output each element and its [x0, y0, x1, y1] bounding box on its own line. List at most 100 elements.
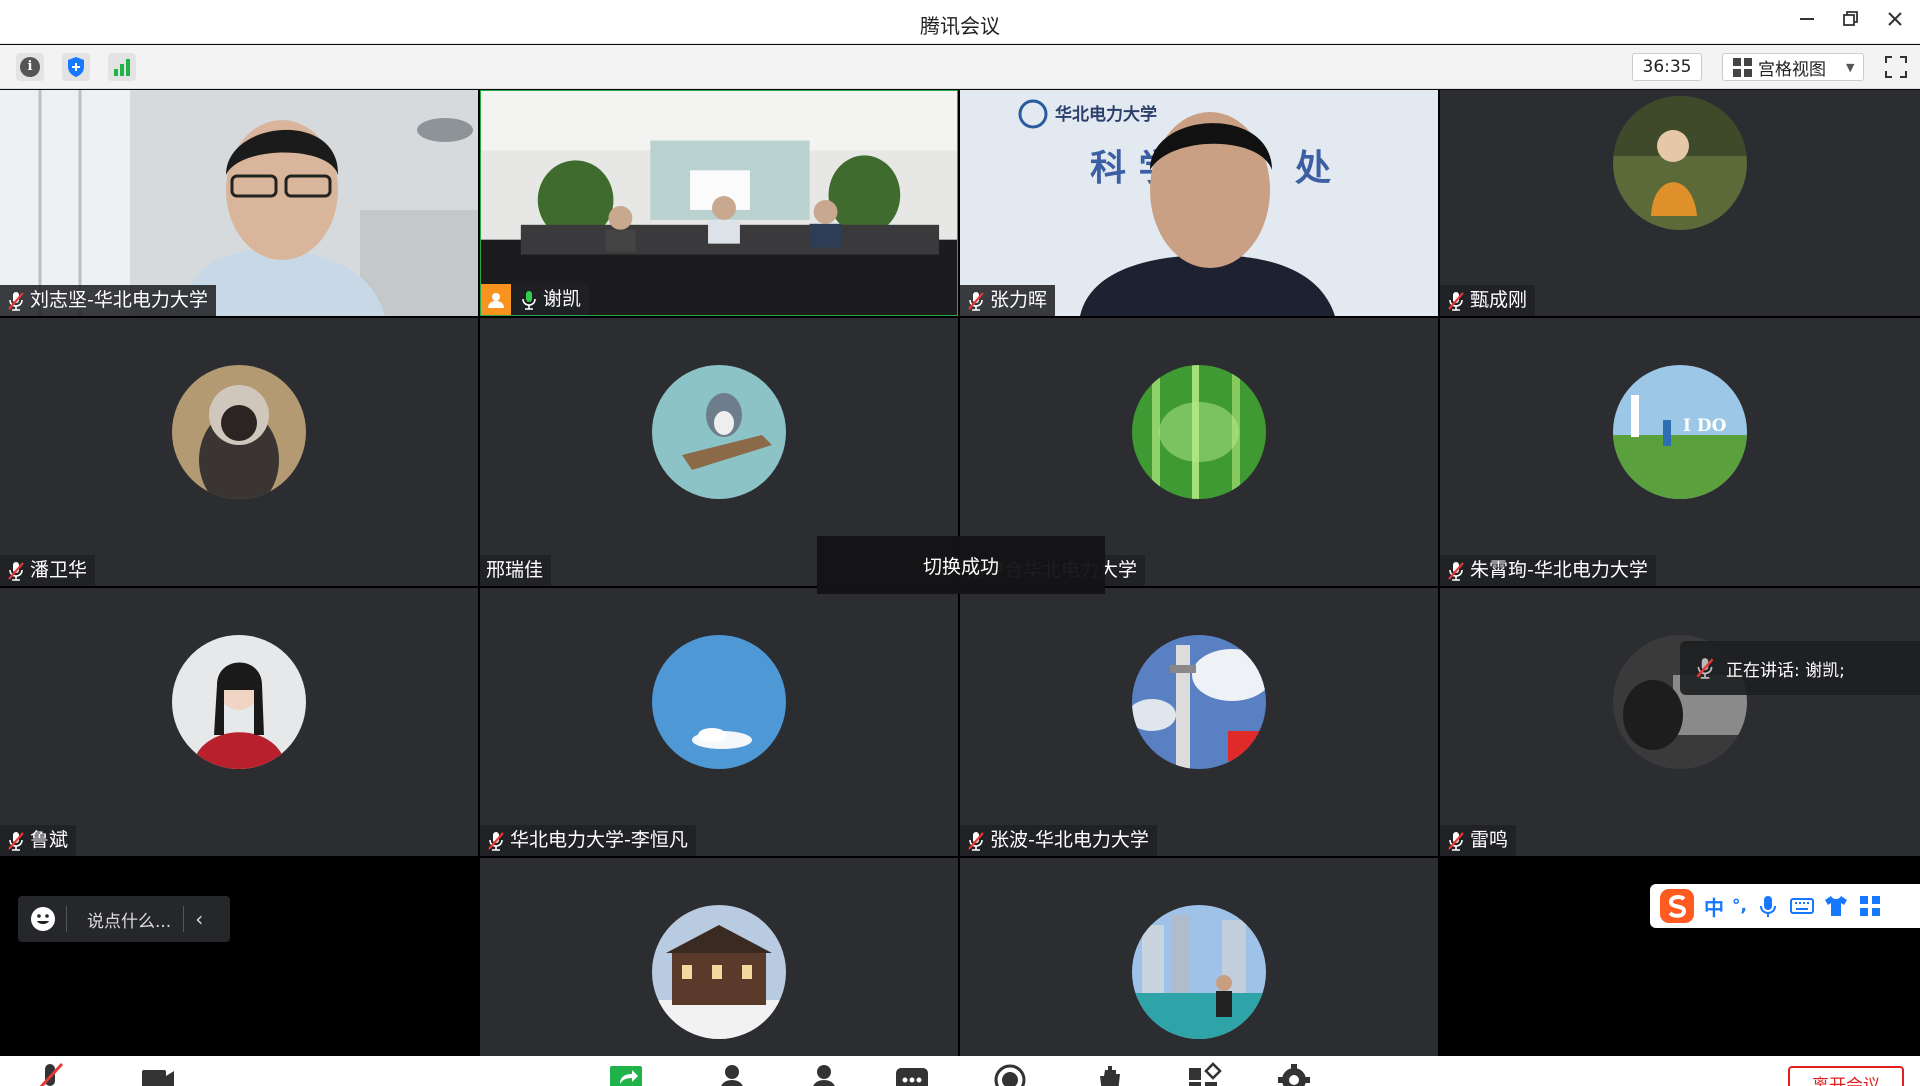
participant-name: 谢凯	[543, 288, 582, 310]
meeting-info-button[interactable]: i	[16, 53, 44, 81]
title-bar: 腾讯会议	[0, 0, 1920, 44]
share-screen-icon[interactable]	[608, 1062, 644, 1086]
shield-icon	[68, 57, 84, 77]
participant-tile[interactable]: 鲁斌	[0, 588, 478, 856]
fullscreen-icon[interactable]	[1884, 55, 1908, 79]
speaking-indicator: 正在讲话: 谢凯;	[1680, 641, 1920, 695]
toast-text: 切换成功	[922, 555, 999, 578]
chevron-down-icon: ▼	[1846, 60, 1855, 74]
mic-muted-icon	[8, 561, 24, 581]
mute-mic-icon[interactable]	[32, 1062, 68, 1086]
mic-muted-icon	[968, 291, 984, 311]
ime-mode-label[interactable]: 中	[1704, 892, 1724, 921]
participant-name: 张波-华北电力大学	[990, 829, 1149, 851]
participant-tile[interactable]: 潘卫华	[0, 318, 478, 586]
microphone-icon[interactable]	[1755, 893, 1781, 919]
participant-tile[interactable]: 华北电力大学-李恒凡	[480, 588, 958, 856]
toolbox-grid-icon[interactable]	[1857, 893, 1883, 919]
speaking-text: 正在讲话: 谢凯;	[1726, 660, 1845, 681]
meeting-toolbar: i 36:35 宫格视图 ▼	[0, 45, 1920, 89]
participant-tile[interactable]	[480, 858, 958, 1056]
keyboard-icon[interactable]	[1789, 893, 1815, 919]
participant-name: 甄成刚	[1470, 289, 1528, 311]
ime-punct-label[interactable]: °,	[1732, 896, 1747, 916]
participant-name-tag: 潘卫华	[0, 555, 96, 586]
meeting-timer: 36:35	[1632, 53, 1702, 81]
participant-avatar	[652, 635, 786, 769]
skin-shirt-icon[interactable]	[1823, 893, 1849, 919]
participant-video	[0, 90, 478, 316]
mic-muted-icon	[1696, 658, 1714, 679]
chat-bubble-icon[interactable]	[894, 1062, 930, 1086]
chat-input-box[interactable]: 说点什么... ‹	[18, 896, 230, 942]
participant-name-tag: 张力晖	[960, 285, 1056, 316]
participant-name: 雷鸣	[1470, 829, 1509, 851]
participant-avatar	[1132, 635, 1266, 769]
view-mode-label: 宫格视图	[1758, 59, 1826, 80]
participant-tile[interactable]: 华北电力大学 科 学 处 张力晖	[960, 90, 1438, 316]
info-icon: i	[20, 57, 40, 77]
participant-tile[interactable]: 刘志坚-华北电力大学	[0, 90, 478, 316]
participant-tile[interactable]	[960, 858, 1438, 1056]
leave-meeting-button[interactable]: 离开会议	[1788, 1066, 1904, 1086]
participant-avatar: I DO	[1613, 365, 1747, 499]
participant-tile[interactable]: I DO 朱霄珣-华北电力大学	[1440, 318, 1920, 586]
participant-tile[interactable]: 甄成刚	[1440, 90, 1920, 316]
grid-view-icon	[1733, 57, 1752, 77]
video-banner-text: 华北电力大学	[1055, 104, 1157, 125]
participant-name-tag: 甄成刚	[1440, 285, 1536, 316]
participant-tile-active[interactable]: 谢凯	[480, 90, 958, 316]
participant-name-tag: 谢凯	[481, 284, 590, 315]
raise-hand-icon[interactable]	[1092, 1062, 1128, 1086]
apps-icon[interactable]	[1186, 1062, 1222, 1086]
participant-name-tag: 雷鸣	[1440, 825, 1517, 856]
restore-button[interactable]	[1836, 8, 1866, 36]
empty-tile	[0, 858, 478, 1056]
video-wall-text-2: 处	[1295, 148, 1331, 189]
mic-muted-icon	[8, 831, 24, 851]
avatar-overlay-text: I DO	[1683, 416, 1727, 436]
mic-active-icon	[522, 290, 536, 310]
participant-tile[interactable]: 张波-华北电力大学	[960, 588, 1438, 856]
window-title: 腾讯会议	[920, 14, 1000, 38]
participant-name-tag: 华北电力大学-李恒凡	[480, 825, 696, 856]
mic-muted-icon	[1448, 561, 1464, 581]
minimize-button[interactable]	[1792, 8, 1822, 36]
sogou-logo-icon[interactable]	[1658, 887, 1696, 925]
gear-icon[interactable]	[1276, 1062, 1312, 1086]
participant-avatar	[1132, 905, 1266, 1039]
participant-name: 潘卫华	[30, 559, 88, 581]
close-button[interactable]	[1880, 8, 1910, 36]
host-badge-icon	[481, 284, 511, 315]
participant-name-tag: 张波-华北电力大学	[960, 825, 1157, 856]
participant-name-tag: 朱霄珣-华北电力大学	[1440, 555, 1656, 586]
participant-tile[interactable]: 雷鸣	[1440, 588, 1920, 856]
mic-muted-icon	[968, 831, 984, 851]
minimize-icon	[1800, 18, 1814, 20]
emoji-icon[interactable]	[30, 906, 56, 932]
close-icon	[1888, 12, 1902, 26]
invite-icon[interactable]	[716, 1062, 752, 1086]
participant-video	[481, 91, 957, 315]
mic-muted-icon	[1448, 291, 1464, 311]
mic-muted-icon	[8, 291, 24, 311]
record-icon[interactable]	[992, 1062, 1028, 1086]
bottom-control-bar: 离开会议	[0, 1056, 1920, 1086]
participant-avatar	[652, 905, 786, 1039]
camera-icon[interactable]	[140, 1062, 176, 1086]
security-button[interactable]	[62, 53, 90, 81]
participants-icon[interactable]	[806, 1062, 842, 1086]
participant-avatar	[1132, 365, 1266, 499]
participant-name: 华北电力大学-李恒凡	[510, 829, 688, 851]
signal-bars-icon	[114, 59, 130, 76]
view-mode-dropdown[interactable]: 宫格视图 ▼	[1722, 53, 1864, 81]
chevron-left-icon[interactable]: ‹	[184, 907, 214, 931]
participant-avatar	[172, 635, 306, 769]
toast-message: 切换成功	[817, 536, 1105, 594]
participant-avatar	[1613, 96, 1747, 230]
participant-name: 邢瑞佳	[486, 559, 544, 581]
chat-placeholder[interactable]: 说点什么...	[67, 907, 183, 932]
participant-avatar	[652, 365, 786, 499]
participant-video: 华北电力大学 科 学 处	[960, 90, 1438, 316]
network-status-button[interactable]	[108, 53, 136, 81]
